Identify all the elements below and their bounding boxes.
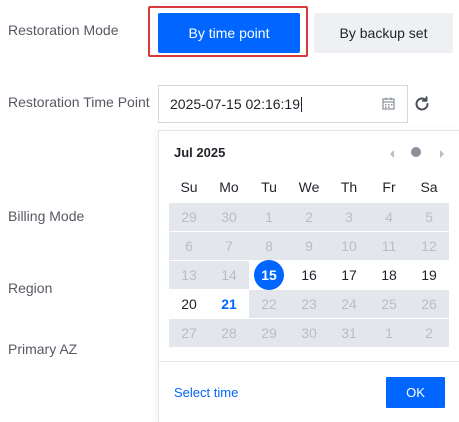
calendar-week-row: 20 21 22 23 24 25 26	[169, 290, 449, 319]
calendar-day[interactable]: 19	[409, 261, 449, 290]
calendar-day[interactable]: 18	[369, 261, 409, 290]
calendar-day[interactable]: 20	[169, 290, 209, 319]
refresh-icon[interactable]	[413, 95, 431, 113]
calendar-day: 6	[169, 232, 209, 261]
calendar-week-row: 6 7 8 9 10 11 12	[169, 232, 449, 261]
restore-form: Restoration Mode Restoration Time Point …	[0, 0, 459, 422]
ok-button[interactable]: OK	[386, 377, 445, 408]
calendar-day: 26	[409, 290, 449, 319]
by-backup-set-button[interactable]: By backup set	[314, 13, 453, 53]
calendar-day[interactable]: 21	[209, 290, 249, 319]
calendar-day: 22	[249, 290, 289, 319]
calendar-day[interactable]: 16	[289, 261, 329, 290]
calendar-day: 2	[289, 203, 329, 232]
calendar-week-row: 13 14 15 16 17 18 19	[169, 260, 449, 290]
select-time-link[interactable]: Select time	[174, 385, 238, 400]
footer-divider	[159, 361, 459, 362]
calendar-day: 9	[289, 232, 329, 261]
calendar-day-grid: 29 30 1 2 3 4 5 6 7 8 9 10 11 12 13 14 15 16 17 18 19 20 21 22 2…	[169, 203, 449, 348]
calendar-day: 3	[329, 203, 369, 232]
calendar-day: 24	[329, 290, 369, 319]
by-time-point-button[interactable]: By time point	[158, 13, 300, 53]
restoration-mode-label: Restoration Mode	[8, 22, 119, 38]
weekday-label: Tu	[261, 179, 277, 195]
weekday-label: We	[298, 179, 320, 195]
weekday-header: Su Mo Tu We Th Fr Sa	[169, 179, 449, 195]
time-input-value: 2025-07-15 02:16:19	[170, 96, 300, 112]
selected-day-marker: 15	[254, 260, 284, 290]
calendar-day: 2	[409, 319, 449, 348]
calendar-day: 30	[289, 319, 329, 348]
calendar-week-row: 27 28 29 30 31 1 2	[169, 319, 449, 348]
calendar-day: 10	[329, 232, 369, 261]
calendar-day: 30	[209, 203, 249, 232]
weekday-label: Th	[340, 179, 358, 195]
weekday-label: Mo	[219, 179, 239, 195]
calendar-day: 7	[209, 232, 249, 261]
weekday-label: Sa	[420, 179, 438, 195]
calendar-day: 23	[289, 290, 329, 319]
calendar-day: 31	[329, 319, 369, 348]
calendar-day: 29	[169, 203, 209, 232]
restoration-time-input[interactable]: 2025-07-15 02:16:19	[158, 85, 408, 123]
weekday-label: Su	[180, 179, 198, 195]
region-label: Region	[8, 280, 53, 296]
calendar-day: 4	[369, 203, 409, 232]
calendar-day[interactable]: 17	[329, 261, 369, 290]
restoration-time-point-label: Restoration Time Point	[8, 94, 150, 110]
calendar-day: 11	[369, 232, 409, 261]
calendar-week-row: 29 30 1 2 3 4 5	[169, 203, 449, 232]
text-caret	[301, 96, 302, 112]
weekday-label: Fr	[382, 179, 396, 195]
calendar-day: 27	[169, 319, 209, 348]
month-title: Jul 2025	[174, 145, 226, 160]
calendar-day: 1	[369, 319, 409, 348]
billing-mode-label: Billing Mode	[8, 208, 85, 224]
calendar-day: 25	[369, 290, 409, 319]
prev-month-icon[interactable]	[388, 149, 396, 159]
calendar-day: 28	[209, 319, 249, 348]
calendar-day: 8	[249, 232, 289, 261]
calendar-day[interactable]: 15	[249, 260, 289, 290]
calendar-day: 29	[249, 319, 289, 348]
calendar-day: 12	[409, 232, 449, 261]
calendar-day: 1	[249, 203, 289, 232]
calendar-panel: Jul 2025 Su Mo Tu We Th Fr Sa 29 30 1 2 3 4 5 6…	[158, 130, 459, 422]
calendar-day: 14	[209, 261, 249, 290]
calendar-icon[interactable]	[382, 97, 395, 110]
calendar-day: 13	[169, 261, 209, 290]
primary-az-label: Primary AZ	[8, 341, 78, 357]
calendar-day: 5	[409, 203, 449, 232]
current-month-dot-icon[interactable]	[411, 147, 421, 157]
next-month-icon[interactable]	[438, 149, 446, 159]
